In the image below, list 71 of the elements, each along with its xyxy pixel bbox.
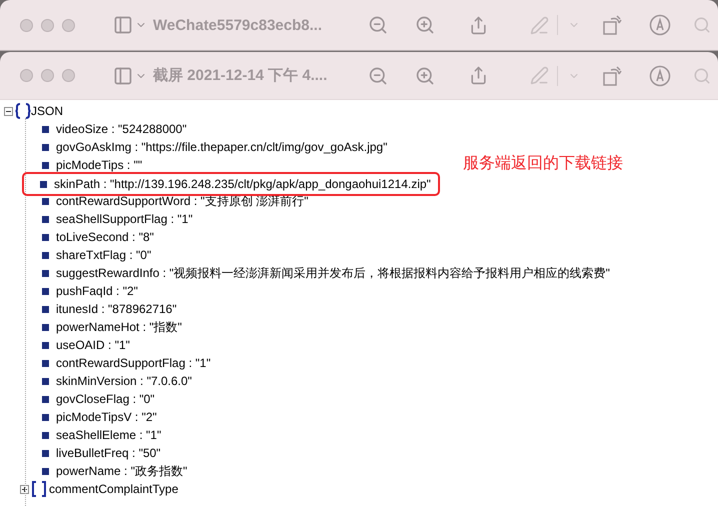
value-node-icon	[42, 288, 49, 294]
value-node-icon	[42, 306, 49, 312]
braces-icon	[15, 103, 31, 119]
window-title: WeChate5579c83ecb8...	[153, 16, 323, 34]
tree-node-label[interactable]: powerName : "政务指数"	[56, 462, 188, 480]
pen-icon[interactable]	[530, 66, 549, 85]
tree-node-label[interactable]: picModeTips : ""	[56, 158, 142, 172]
value-node-icon	[42, 342, 49, 348]
zoom-in-icon[interactable]	[415, 66, 435, 86]
rotate-icon[interactable]	[602, 64, 624, 86]
value-node-icon	[42, 396, 49, 402]
value-node-icon	[40, 180, 47, 188]
value-node-icon	[42, 126, 49, 132]
markup-icon[interactable]	[649, 64, 671, 86]
share-icon[interactable]	[469, 16, 488, 34]
zoom-button[interactable]	[62, 18, 75, 32]
search-icon[interactable]	[693, 16, 711, 34]
value-node-icon	[42, 144, 49, 150]
zoom-out-icon[interactable]	[368, 15, 388, 35]
value-node-icon	[42, 198, 49, 204]
tree-node-label[interactable]: skinPath : "http://139.196.248.235/clt/pkg/apk/app_dongaohui1214.zip"	[54, 177, 431, 191]
pen-icon[interactable]	[530, 16, 549, 34]
tree-node-label[interactable]: suggestRewardInfo : "视频报料一经澎湃新闻采用并发布后，将根据报料内容给予报料用户相应的线索费"	[56, 264, 610, 282]
tree-node-label[interactable]: itunesId : "878962716"	[56, 302, 177, 316]
tree-node-label[interactable]: useOAID : "1"	[56, 338, 130, 352]
tree-node-label[interactable]: contRewardSupportFlag : "1"	[56, 356, 211, 370]
window-title: 截屏 2021-12-14 下午 4....	[153, 66, 328, 85]
value-node-icon	[42, 252, 49, 258]
sidebar-icon[interactable]	[113, 15, 133, 35]
value-node-icon	[42, 450, 49, 456]
tree-node-label[interactable]: seaShellSupportFlag : "1"	[56, 212, 193, 226]
zoom-button[interactable]	[62, 69, 75, 82]
tree-node-label[interactable]: contRewardSupportWord : "支持原创 澎湃前行"	[56, 192, 308, 210]
tree-node-label[interactable]: govCloseFlag : "0"	[56, 392, 155, 406]
tree-node-label[interactable]: govGoAskImg : "https://file.thepaper.cn/clt/img/gov_goAsk.jpg"	[56, 140, 388, 154]
tree-root-label[interactable]: JSON	[31, 104, 64, 118]
value-node-icon	[42, 270, 49, 276]
value-node-icon	[42, 216, 49, 222]
tree-node-label[interactable]: pushFaqId : "2"	[56, 284, 138, 298]
tree-node-label[interactable]: skinMinVersion : "7.0.6.0"	[56, 374, 192, 388]
tree-node-label[interactable]: picModeTipsV : "2"	[56, 410, 157, 424]
tree-node-label[interactable]: commentComplaintType	[49, 482, 178, 496]
zoom-in-icon[interactable]	[415, 15, 435, 35]
sidebar-icon[interactable]	[113, 66, 133, 86]
tree-node-label[interactable]: seaShellEleme : "1"	[56, 428, 162, 442]
annotation-text: 服务端返回的下载链接	[463, 154, 623, 174]
collapse-icon[interactable]	[4, 106, 13, 116]
close-button[interactable]	[20, 18, 33, 32]
tree-node-label[interactable]: toLiveSecond : "8"	[56, 230, 154, 244]
value-node-icon	[42, 324, 49, 330]
value-node-icon	[42, 162, 49, 168]
brackets-icon	[31, 481, 47, 497]
value-node-icon	[42, 378, 49, 384]
expand-icon[interactable]	[20, 484, 29, 494]
markup-icon[interactable]	[649, 14, 671, 36]
tree-node-label[interactable]: powerNameHot : "指数"	[56, 318, 182, 336]
value-node-icon	[42, 414, 49, 420]
value-node-icon	[42, 234, 49, 240]
value-node-icon	[42, 360, 49, 366]
value-node-icon	[42, 468, 49, 474]
value-node-icon	[42, 432, 49, 438]
share-icon[interactable]	[469, 66, 488, 85]
tree-node-label[interactable]: liveBulletFreq : "50"	[56, 446, 161, 460]
tree-node-label[interactable]: shareTxtFlag : "0"	[56, 248, 152, 262]
tree-node-label[interactable]: videoSize : "524288000"	[56, 122, 187, 136]
minimize-button[interactable]	[41, 18, 54, 32]
rotate-icon[interactable]	[602, 14, 624, 36]
close-button[interactable]	[20, 69, 33, 82]
search-icon[interactable]	[693, 66, 711, 84]
minimize-button[interactable]	[41, 69, 54, 82]
zoom-out-icon[interactable]	[368, 66, 388, 86]
